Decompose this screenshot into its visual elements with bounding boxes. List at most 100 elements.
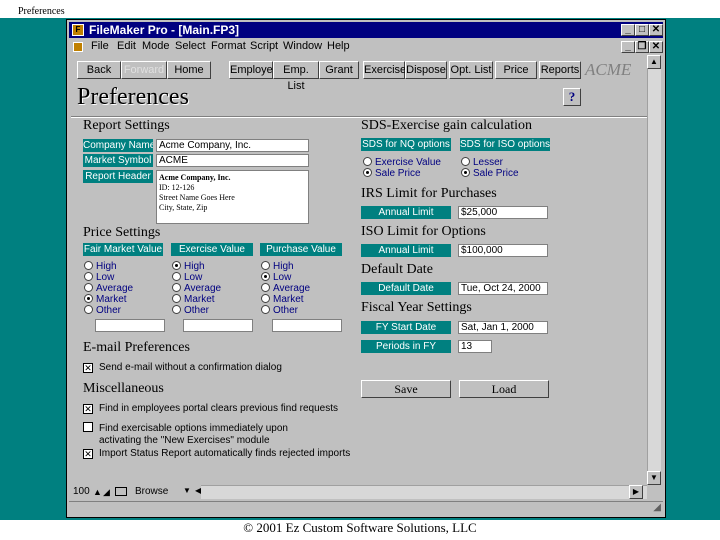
price-button[interactable]: Price xyxy=(495,61,537,79)
radio-icon[interactable] xyxy=(84,261,93,270)
radio-icon[interactable] xyxy=(172,272,181,281)
menu-format[interactable]: Format xyxy=(211,40,246,52)
radio-icon[interactable] xyxy=(172,283,181,292)
price-radio-option[interactable]: Average xyxy=(172,283,221,294)
horizontal-scrollbar[interactable]: ▶ xyxy=(201,485,647,499)
radio-icon[interactable] xyxy=(261,305,270,314)
radio-selected-icon[interactable] xyxy=(84,294,93,303)
send-email-checkbox[interactable]: ✕ Send e-mail without a confirmation dial… xyxy=(83,362,282,374)
radio-icon[interactable] xyxy=(172,305,181,314)
load-button[interactable]: Load xyxy=(459,380,549,398)
report-header-field[interactable]: Acme Company, Inc. ID: 12-126 Street Nam… xyxy=(156,170,309,224)
radio-icon[interactable] xyxy=(172,294,181,303)
price-other-field[interactable] xyxy=(95,319,165,332)
menu-mode[interactable]: Mode xyxy=(142,40,170,52)
periods-in-fy-field[interactable]: 13 xyxy=(458,340,492,353)
radio-icon[interactable] xyxy=(363,157,372,166)
price-radio-option[interactable]: Low xyxy=(172,272,202,283)
sds-iso-lesser-radio[interactable]: Lesser xyxy=(461,157,503,168)
employee-button[interactable]: Employee xyxy=(229,61,279,79)
radio-icon[interactable] xyxy=(261,283,270,292)
misc-checkbox-import-status[interactable]: ✕ Import Status Report automatically find… xyxy=(83,448,350,460)
menu-help[interactable]: Help xyxy=(327,40,350,52)
price-radio-option[interactable]: High xyxy=(261,261,294,272)
dispose-button[interactable]: Dispose xyxy=(405,61,447,79)
mode-selector[interactable]: Browse xyxy=(135,486,168,497)
irs-annual-limit-field[interactable]: $25,000 xyxy=(458,206,548,219)
resize-grip-icon[interactable]: ◢ xyxy=(653,502,661,513)
irs-limit-heading: IRS Limit for Purchases xyxy=(361,186,497,201)
radio-icon[interactable] xyxy=(261,261,270,270)
zoom-out-icon[interactable]: ▲ xyxy=(93,487,102,497)
menu-script[interactable]: Script xyxy=(250,40,278,52)
price-radio-option[interactable]: Other xyxy=(261,305,298,316)
emp-list-button[interactable]: Emp. List xyxy=(273,61,319,92)
company-name-field[interactable]: Acme Company, Inc. xyxy=(156,139,309,152)
radio-icon[interactable] xyxy=(84,272,93,281)
radio-icon[interactable] xyxy=(461,157,470,166)
mode-dropdown-icon[interactable]: ▼ xyxy=(183,486,191,495)
price-radio-option[interactable]: High xyxy=(84,261,117,272)
sds-nq-exercise-value-radio[interactable]: Exercise Value xyxy=(363,157,441,168)
price-radio-option[interactable]: Market xyxy=(261,294,304,305)
radio-selected-icon[interactable] xyxy=(172,261,181,270)
price-radio-option[interactable]: Other xyxy=(172,305,209,316)
price-radio-option[interactable]: Average xyxy=(84,283,133,294)
radio-selected-icon[interactable] xyxy=(363,168,372,177)
status-area-icon[interactable] xyxy=(115,487,127,496)
document-icon[interactable] xyxy=(73,42,83,52)
iso-annual-limit-field[interactable]: $100,000 xyxy=(458,244,548,257)
price-radio-option[interactable]: Average xyxy=(261,283,310,294)
send-email-check-icon[interactable]: ✕ xyxy=(83,363,93,373)
menu-file[interactable]: File xyxy=(91,40,109,52)
doc-close-icon[interactable]: ✕ xyxy=(649,41,663,53)
price-radio-option[interactable]: Other xyxy=(84,305,121,316)
scroll-right-icon[interactable]: ▶ xyxy=(629,485,643,499)
sds-nq-sale-price-radio[interactable]: Sale Price xyxy=(363,168,421,179)
radio-selected-icon[interactable] xyxy=(261,272,270,281)
reports-button[interactable]: Reports xyxy=(539,61,581,79)
back-button[interactable]: Back xyxy=(77,61,121,79)
zoom-in-icon[interactable]: ◢ xyxy=(103,487,110,498)
exercise-button[interactable]: Exercise xyxy=(363,61,406,79)
close-icon[interactable]: ✕ xyxy=(649,24,663,36)
price-other-field[interactable] xyxy=(272,319,342,332)
doc-minimize-icon[interactable]: _ xyxy=(621,41,635,53)
home-button[interactable]: Home xyxy=(167,61,211,79)
misc-check-icon[interactable]: ✕ xyxy=(83,404,93,414)
filemaker-app-icon[interactable]: F xyxy=(72,24,84,36)
opt-list-button[interactable]: Opt. List xyxy=(449,61,493,79)
radio-icon[interactable] xyxy=(84,305,93,314)
price-radio-option[interactable]: Market xyxy=(84,294,127,305)
misc-check-icon[interactable]: ✕ xyxy=(83,449,93,459)
price-radio-option[interactable]: Market xyxy=(172,294,215,305)
menu-window[interactable]: Window xyxy=(283,40,322,52)
menu-select[interactable]: Select xyxy=(175,40,206,52)
maximize-icon[interactable]: □ xyxy=(635,24,649,36)
price-radio-option[interactable]: High xyxy=(172,261,205,272)
default-date-field[interactable]: Tue, Oct 24, 2000 xyxy=(458,282,548,295)
help-button[interactable]: ? xyxy=(563,88,581,106)
misc-checkbox-find-portal[interactable]: ✕ Find in employees portal clears previou… xyxy=(83,403,338,415)
misc-checkbox-find-exercisable[interactable]: Find exercisable options immediately upo… xyxy=(83,422,288,447)
scroll-down-icon[interactable]: ▼ xyxy=(647,471,661,485)
fy-start-date-field[interactable]: Sat, Jan 1, 2000 xyxy=(458,321,548,334)
grant-button[interactable]: Grant xyxy=(319,61,359,79)
price-other-field[interactable] xyxy=(183,319,253,332)
scroll-up-icon[interactable]: ▲ xyxy=(647,55,661,69)
menu-edit[interactable]: Edit xyxy=(117,40,136,52)
market-symbol-field[interactable]: ACME xyxy=(156,154,309,167)
misc-check-icon[interactable] xyxy=(83,422,93,432)
minimize-icon[interactable]: _ xyxy=(621,24,635,36)
zoom-level[interactable]: 100 xyxy=(73,486,90,497)
price-radio-option[interactable]: Low xyxy=(84,272,114,283)
radio-selected-icon[interactable] xyxy=(461,168,470,177)
forward-button[interactable]: Forward xyxy=(121,61,167,79)
save-button[interactable]: Save xyxy=(361,380,451,398)
sds-iso-sale-price-radio[interactable]: Sale Price xyxy=(461,168,519,179)
doc-restore-icon[interactable]: ❐ xyxy=(635,41,649,53)
price-radio-option[interactable]: Low xyxy=(261,272,291,283)
radio-icon[interactable] xyxy=(261,294,270,303)
vertical-scrollbar[interactable]: ▲ ▼ xyxy=(647,55,661,485)
radio-icon[interactable] xyxy=(84,283,93,292)
